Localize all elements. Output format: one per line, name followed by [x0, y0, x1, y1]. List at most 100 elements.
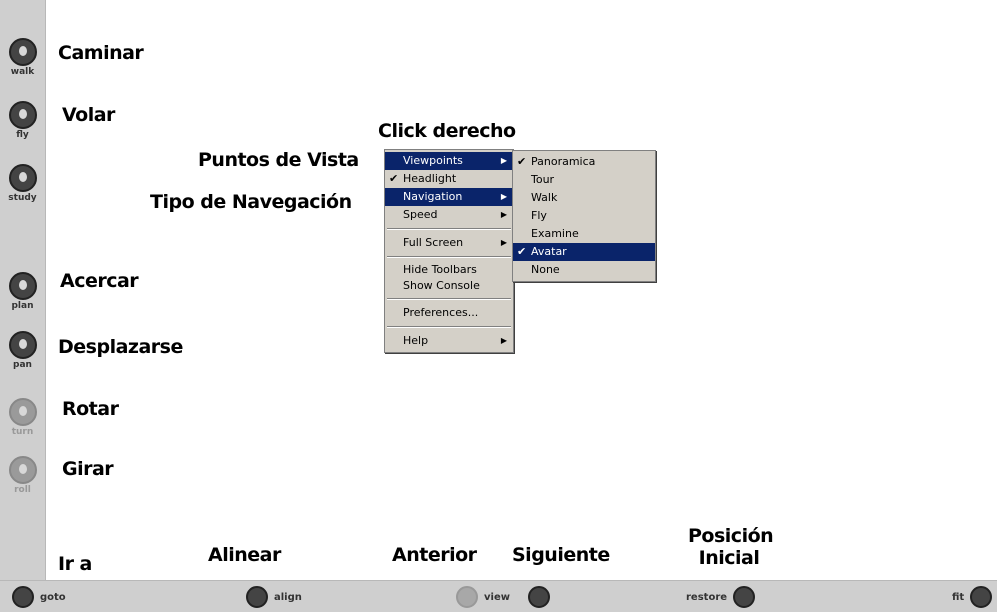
chevron-right-icon: ▶	[500, 336, 507, 345]
submenu-item-walk[interactable]: Walk	[513, 189, 655, 207]
submenu-item-examine[interactable]: Examine	[513, 225, 655, 243]
annotation-click-derecho: Click derecho	[378, 120, 516, 142]
menu-item-speed[interactable]: Speed ▶	[385, 206, 513, 224]
fit-label: fit	[952, 591, 965, 603]
turn-icon	[8, 398, 37, 426]
previous-view-icon	[456, 586, 478, 608]
annotation-posicion-inicial: Posición Inicial	[688, 525, 774, 569]
menu-item-navigation[interactable]: Navigation ▶	[385, 188, 513, 206]
submenu-item-avatar-label: Avatar	[531, 245, 567, 258]
walk-tool-button[interactable]: walk	[0, 38, 45, 77]
pan-icon	[8, 331, 37, 359]
annotation-girar: Girar	[62, 458, 114, 480]
submenu-item-panoramica-label: Panoramica	[531, 155, 596, 168]
chevron-right-icon: ▶	[500, 192, 507, 201]
menu-item-show-console-label: Show Console	[403, 279, 480, 292]
walk-label: walk	[10, 67, 35, 77]
pan-label: pan	[13, 360, 32, 370]
walk-icon	[8, 38, 37, 66]
goto-label: goto	[40, 591, 66, 603]
goto-icon	[12, 586, 34, 608]
menu-item-preferences-label: Preferences...	[403, 306, 479, 319]
view-label: view	[484, 591, 510, 603]
annotation-posicion-line2: Inicial	[698, 547, 760, 569]
menu-item-help[interactable]: Help ▶	[385, 332, 513, 350]
annotation-ir-a: Ir a	[58, 553, 92, 575]
goto-button[interactable]: goto	[12, 585, 66, 609]
annotation-alinear: Alinear	[208, 544, 281, 566]
study-label: study	[8, 193, 37, 203]
submenu-item-avatar[interactable]: ✔ Avatar	[513, 243, 655, 261]
roll-icon	[8, 456, 37, 484]
submenu-item-walk-label: Walk	[531, 191, 558, 204]
menu-item-show-console[interactable]: Show Console	[385, 278, 513, 294]
roll-tool-button[interactable]: roll	[0, 456, 45, 495]
menu-separator	[387, 228, 511, 230]
submenu-item-none-label: None	[531, 263, 560, 276]
check-icon: ✔	[389, 172, 399, 185]
turn-label: turn	[11, 427, 34, 437]
annotation-rotar: Rotar	[62, 398, 119, 420]
pan-tool-button[interactable]: pan	[0, 331, 45, 370]
submenu-item-none[interactable]: None	[513, 261, 655, 279]
fly-tool-button[interactable]: fly	[0, 101, 45, 140]
menu-separator	[387, 256, 511, 258]
annotation-desplazarse: Desplazarse	[58, 336, 183, 358]
plan-icon	[8, 272, 37, 300]
annotation-tipo-de-navegacion: Tipo de Navegación	[150, 191, 352, 213]
submenu-item-fly[interactable]: Fly	[513, 207, 655, 225]
menu-item-hide-toolbars[interactable]: Hide Toolbars	[385, 262, 513, 278]
left-toolbar: walk fly study plan pan turn roll	[0, 0, 46, 580]
menu-item-viewpoints-label: Viewpoints	[403, 154, 463, 167]
restore-icon	[733, 586, 756, 608]
align-icon	[246, 586, 268, 608]
annotation-anterior: Anterior	[392, 544, 477, 566]
menu-separator	[387, 326, 511, 328]
align-label: align	[274, 591, 302, 603]
fly-label: fly	[16, 130, 29, 140]
annotation-siguiente: Siguiente	[512, 544, 610, 566]
menu-item-full-screen-label: Full Screen	[403, 236, 464, 249]
annotation-posicion-line1: Posición	[688, 525, 774, 547]
fit-icon	[970, 586, 993, 608]
annotation-volar: Volar	[62, 104, 115, 126]
roll-label: roll	[14, 485, 31, 495]
annotation-puntos-de-vista: Puntos de Vista	[198, 149, 359, 171]
next-view-icon	[528, 586, 550, 608]
turn-tool-button[interactable]: turn	[0, 398, 45, 437]
menu-item-headlight[interactable]: ✔ Headlight	[385, 170, 513, 188]
restore-label: restore	[686, 591, 728, 603]
chevron-right-icon: ▶	[500, 210, 507, 219]
submenu-item-tour[interactable]: Tour	[513, 171, 655, 189]
plan-label: plan	[11, 301, 34, 311]
submenu-item-tour-label: Tour	[531, 173, 555, 186]
study-tool-button[interactable]: study	[0, 164, 45, 203]
submenu-item-fly-label: Fly	[531, 209, 547, 222]
study-icon	[8, 164, 37, 192]
annotation-acercar: Acercar	[60, 270, 139, 292]
menu-item-headlight-label: Headlight	[403, 172, 457, 185]
menu-item-help-label: Help	[403, 334, 429, 347]
annotation-caminar: Caminar	[58, 42, 144, 64]
fly-icon	[8, 101, 37, 129]
menu-item-full-screen[interactable]: Full Screen ▶	[385, 234, 513, 252]
submenu-item-examine-label: Examine	[531, 227, 579, 240]
menu-item-preferences[interactable]: Preferences...	[385, 304, 513, 322]
plan-tool-button[interactable]: plan	[0, 272, 45, 311]
check-icon: ✔	[517, 245, 527, 258]
check-icon: ✔	[517, 155, 527, 168]
restore-button[interactable]: restore	[686, 585, 756, 609]
chevron-right-icon: ▶	[500, 156, 507, 165]
navigation-submenu: ✔ Panoramica Tour Walk Fly Examine ✔ Ava…	[512, 150, 656, 282]
fit-button[interactable]: fit	[952, 585, 993, 609]
menu-item-hide-toolbars-label: Hide Toolbars	[403, 263, 477, 276]
menu-item-viewpoints[interactable]: Viewpoints ▶	[385, 152, 513, 170]
menu-separator	[387, 298, 511, 300]
menu-item-speed-label: Speed	[403, 208, 438, 221]
chevron-right-icon: ▶	[500, 238, 507, 247]
align-button[interactable]: align	[246, 585, 302, 609]
view-next-button[interactable]	[528, 585, 550, 609]
submenu-item-panoramica[interactable]: ✔ Panoramica	[513, 153, 655, 171]
view-previous-button[interactable]: view	[456, 585, 510, 609]
menu-item-navigation-label: Navigation	[403, 190, 463, 203]
